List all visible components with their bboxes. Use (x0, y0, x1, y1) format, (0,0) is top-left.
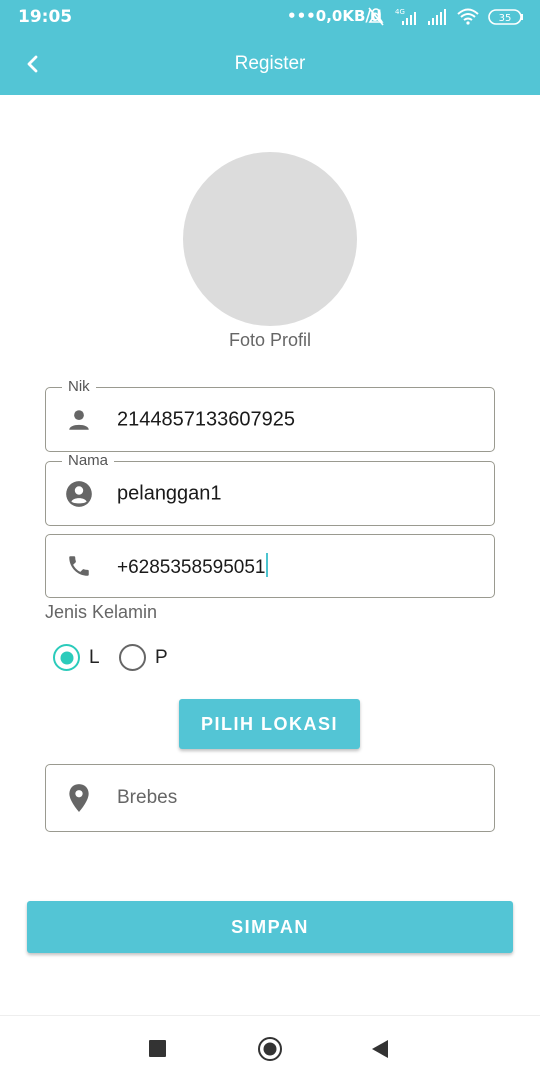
phone-input: +6285358595051 (117, 553, 269, 579)
app-bar: Register (0, 34, 540, 95)
nama-label: Nama (62, 452, 115, 470)
pick-location-button[interactable]: PILIH LOKASI (179, 699, 360, 749)
location-pin-icon (64, 783, 94, 813)
radio-unchecked-icon (119, 644, 146, 671)
signal-icon (428, 9, 446, 25)
gender-label: Jenis Kelamin (45, 602, 158, 622)
gender-radio-l[interactable]: L (53, 644, 100, 671)
gender-option-l-label: L (89, 646, 100, 668)
network-type-label: 4G (395, 8, 405, 16)
system-nav-bar (0, 1015, 540, 1080)
radio-checked-icon (53, 644, 80, 671)
save-button[interactable]: SIMPAN (27, 901, 513, 953)
gender-option-p-label: P (155, 646, 168, 668)
battery-level: 35 (499, 13, 512, 24)
phone-icon (64, 551, 94, 581)
status-time: 19:05 (18, 7, 73, 27)
person-icon (64, 405, 94, 435)
nama-field[interactable]: Nama pelanggan1 (45, 452, 495, 526)
status-icons: 4G 35 (368, 7, 523, 26)
gender-radio-p[interactable]: P (119, 644, 168, 671)
page-title: Register (234, 53, 306, 74)
text-cursor (266, 553, 269, 577)
profile-photo[interactable] (183, 152, 357, 326)
recents-square-icon[interactable] (149, 1040, 166, 1057)
profile-photo-caption: Foto Profil (228, 330, 312, 350)
location-field[interactable]: Brebes (45, 764, 495, 832)
back-triangle-icon[interactable] (372, 1040, 388, 1058)
account-circle-icon (64, 479, 94, 509)
nik-label: Nik (62, 378, 96, 396)
home-circle-icon[interactable] (258, 1037, 282, 1061)
nik-field[interactable]: Nik 2144857133607925 (45, 378, 495, 452)
battery-icon: 35 (488, 9, 523, 25)
wifi-icon (457, 8, 479, 25)
phone-field[interactable]: +6285358595051 (45, 534, 495, 598)
location-value: Brebes (117, 787, 178, 808)
status-bar: 19:05 •••0,0KB/d 4G 35 (0, 0, 540, 34)
phone-value: +6285358595051 (117, 557, 266, 578)
nama-value: pelanggan1 (117, 482, 222, 504)
nik-value: 2144857133607925 (117, 408, 295, 430)
mute-bell-icon (368, 7, 384, 26)
signal-4g-icon: 4G (395, 8, 416, 25)
